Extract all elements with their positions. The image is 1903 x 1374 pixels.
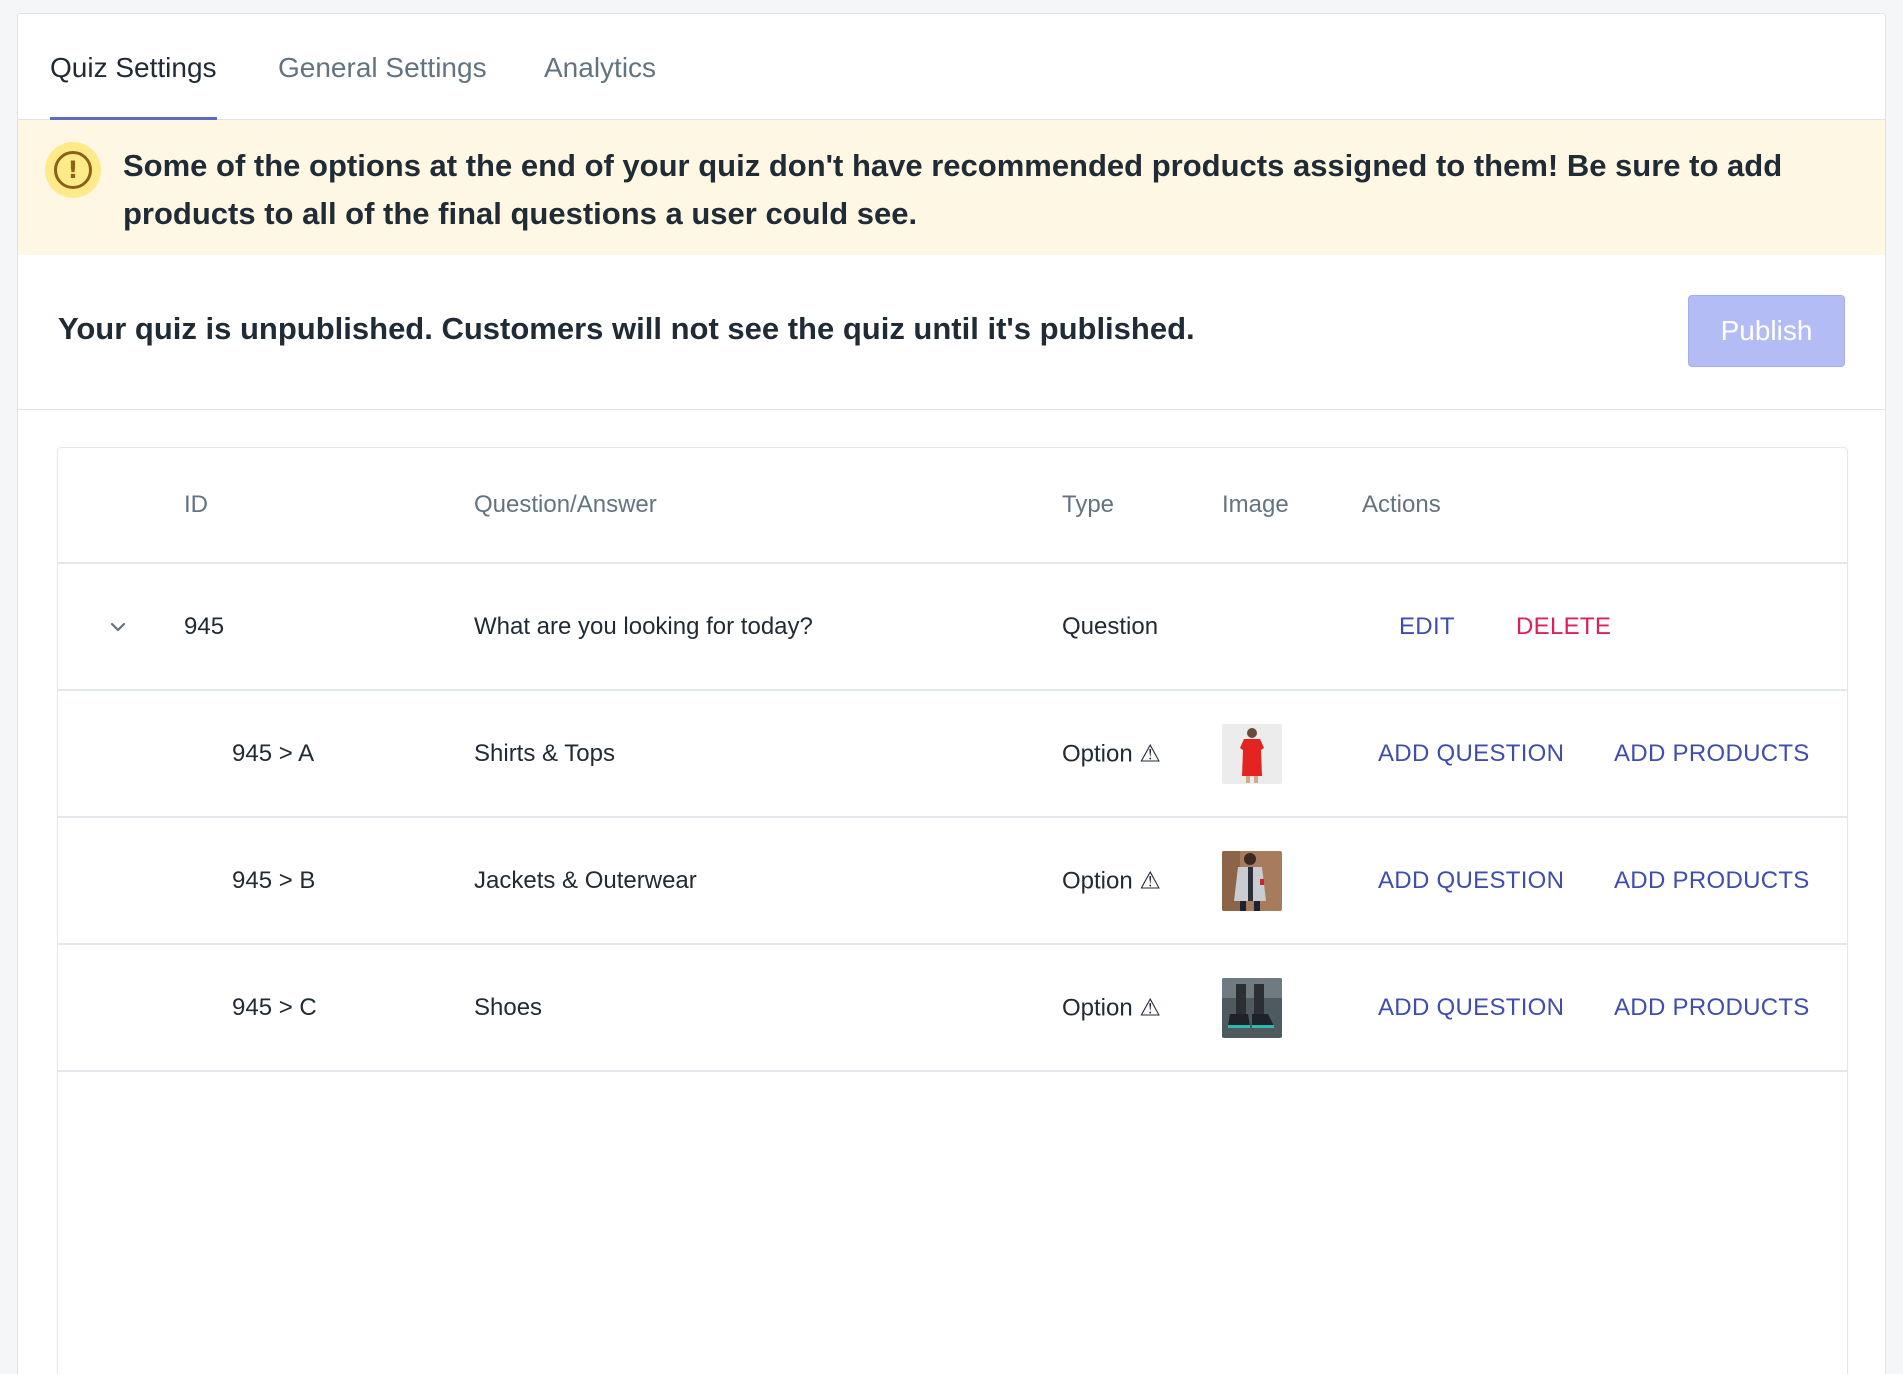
table-row-option-b: 945 > B Jackets & Outerwear Option ⚠ ADD… [58, 818, 1847, 945]
tab-analytics[interactable]: Analytics [544, 52, 656, 120]
warning-banner: ! Some of the options at the end of your… [18, 120, 1885, 255]
row-type-warning: Option ⚠ [1062, 994, 1161, 1021]
table-header-row: ID Question/Answer Type Image Actions [58, 448, 1847, 564]
add-products-button[interactable]: ADD PRODUCTS [1614, 994, 1810, 1022]
add-products-button[interactable]: ADD PRODUCTS [1614, 867, 1810, 895]
tab-bar: Quiz Settings General Settings Analytics [18, 14, 1885, 121]
chevron-down-icon[interactable] [106, 615, 130, 639]
edit-button[interactable]: EDIT [1399, 613, 1455, 641]
shoes-thumbnail [1222, 977, 1282, 1038]
publish-section: Your quiz is unpublished. Customers will… [18, 255, 1885, 410]
row-option-text: Shoes [474, 993, 543, 1021]
row-type-warning: Option ⚠ [1062, 867, 1161, 894]
row-option-text: Jackets & Outerwear [474, 866, 697, 894]
add-products-button[interactable]: ADD PRODUCTS [1614, 740, 1810, 768]
publish-button[interactable]: Publish [1688, 295, 1845, 367]
table-row-option-c: 945 > C Shoes Option ⚠ ADD QUESTION ADD … [58, 945, 1847, 1072]
row-type-warning: Option ⚠ [1062, 740, 1161, 767]
column-header-question-answer: Question/Answer [474, 491, 657, 518]
row-id: 945 > C [232, 993, 317, 1021]
column-header-type: Type [1062, 491, 1115, 518]
jacket-thumbnail [1222, 850, 1282, 911]
row-type: Question [1062, 612, 1159, 640]
add-question-button[interactable]: ADD QUESTION [1378, 994, 1564, 1022]
row-id: 945 > B [232, 866, 316, 894]
quiz-settings-card: Quiz Settings General Settings Analytics… [17, 13, 1886, 1374]
warning-banner-text: Some of the options at the end of your q… [123, 148, 1783, 231]
publish-status-text: Your quiz is unpublished. Customers will… [58, 311, 1195, 346]
row-option-text: Shirts & Tops [474, 739, 615, 767]
row-question-text: What are you looking for today? [474, 612, 813, 640]
add-question-button[interactable]: ADD QUESTION [1378, 867, 1564, 895]
tab-general-settings[interactable]: General Settings [278, 52, 487, 120]
quiz-table: ID Question/Answer Type Image Actions 94… [57, 447, 1848, 1374]
column-header-id: ID [184, 491, 208, 518]
column-header-actions: Actions [1362, 491, 1441, 518]
delete-button[interactable]: DELETE [1516, 613, 1611, 641]
column-header-image: Image [1222, 491, 1289, 518]
add-question-button[interactable]: ADD QUESTION [1378, 740, 1564, 768]
tab-quiz-settings[interactable]: Quiz Settings [50, 52, 217, 121]
alert-circle-icon: ! [45, 142, 101, 198]
red-dress-thumbnail [1222, 723, 1282, 784]
table-row-option-a: 945 > A Shirts & Tops Option ⚠ ADD QUEST… [58, 691, 1847, 818]
table-row-question: 945 What are you looking for today? Ques… [58, 564, 1847, 691]
row-id: 945 > A [232, 739, 315, 767]
row-id: 945 [184, 612, 225, 640]
